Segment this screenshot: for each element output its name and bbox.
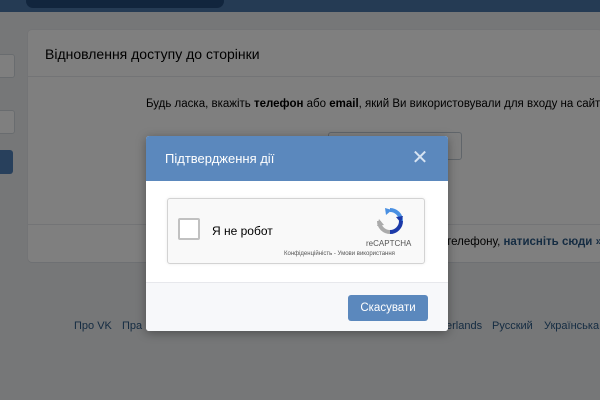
close-icon[interactable]: ✕ bbox=[410, 148, 430, 168]
recaptcha-logo-icon bbox=[377, 208, 403, 234]
recaptcha-checkbox[interactable] bbox=[178, 218, 200, 240]
recaptcha-label: Я не робот bbox=[212, 224, 273, 238]
recaptcha-terms-link[interactable]: Конфіденційність - Умови використання bbox=[284, 251, 395, 257]
modal-header: Підтвердження дії ✕ bbox=[146, 136, 448, 181]
recaptcha-brand: reCAPTCHA bbox=[366, 239, 412, 248]
recaptcha-widget: Я не робот reCAPTCHA Конфіденційність - … bbox=[167, 198, 425, 264]
modal-footer: Скасувати bbox=[146, 282, 448, 331]
cancel-button[interactable]: Скасувати bbox=[348, 295, 428, 321]
confirm-action-modal: Підтвердження дії ✕ Я не робот reCAPTCHA… bbox=[146, 136, 448, 331]
modal-title: Підтвердження дії bbox=[165, 151, 275, 166]
